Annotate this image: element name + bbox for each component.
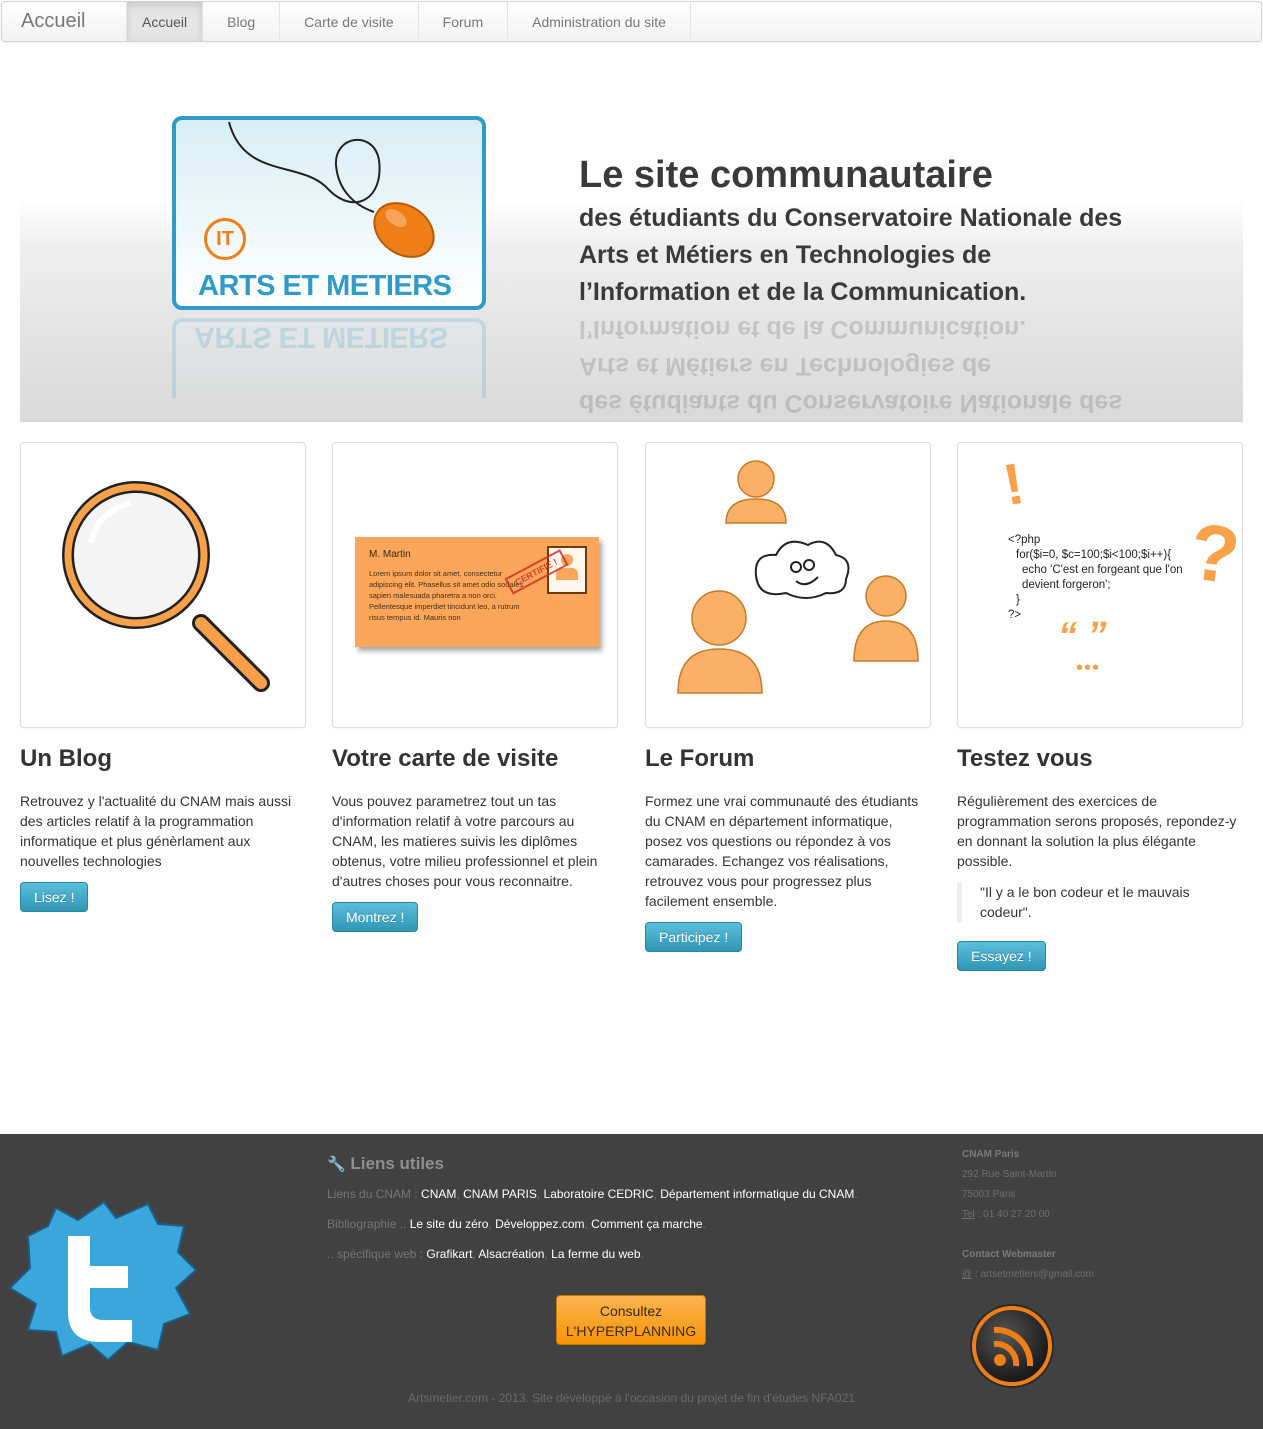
feature-title: Un Blog — [20, 745, 112, 772]
email-value: : artsetmetiers@gmail.com — [972, 1269, 1095, 1280]
link-developpez[interactable]: Développez.com — [495, 1217, 584, 1231]
code-line: <?php — [1008, 534, 1041, 546]
feature-text: Régulièrement des exercices de programma… — [957, 793, 1237, 869]
business-card-image: M. Martin Lorem ipsum dolor sit amet, co… — [355, 537, 599, 647]
nav-item-blog[interactable]: Blog — [202, 2, 279, 41]
lisez-button[interactable]: Lisez ! — [20, 882, 89, 912]
hero-subtitle: des étudiants du Conservatoire Nationale… — [579, 204, 1123, 306]
liens-cnam-row: Liens du CNAM : CNAM, CNAM PARIS, Labora… — [327, 1187, 858, 1201]
liens-utiles-heading: 🔧 Liens utiles — [327, 1154, 444, 1174]
hero-subtitle-reflection: des étudiants du Conservatoire Nationale… — [579, 315, 1123, 417]
business-card-thumbnail: M. Martin Lorem ipsum dolor sit amet, co… — [332, 442, 618, 728]
logo-text: ARTS ET METIERS — [198, 270, 452, 302]
link-cnam[interactable]: CNAM — [421, 1187, 456, 1201]
hyper-line-1: Consultez — [599, 1303, 663, 1319]
hero-banner: IT ARTS ET METIERS ARTS ET METIERS Le si… — [20, 62, 1243, 422]
brand-link[interactable]: Accueil — [2, 2, 126, 41]
link-alsacreation[interactable]: Alsacréation — [478, 1247, 544, 1261]
essayez-button[interactable]: Essayez ! — [957, 941, 1046, 971]
link-comment-ca-marche[interactable]: Comment ça marche — [591, 1217, 702, 1231]
ellipsis-icon: ••• — [1076, 657, 1101, 679]
rss-glyph — [993, 1326, 1034, 1367]
row-label: Liens du CNAM : — [327, 1187, 422, 1201]
logo-text-reflection: ARTS ET METIERS — [194, 321, 448, 353]
exclamation-icon: ! — [998, 450, 1029, 519]
feature-text: Retrouvez y l'actualité du CNAM mais aus… — [20, 793, 292, 869]
tel-value: : 01 40 27 20 00 — [974, 1209, 1050, 1220]
feature-text: Formez une vrai communauté des étudiants… — [645, 793, 919, 909]
feature-title: Le Forum — [645, 745, 755, 772]
liens-web-row: .. spécifique web : Grafikart, Alsacréat… — [327, 1247, 644, 1261]
nav-item-carte-de-visite[interactable]: Carte de visite — [279, 2, 417, 41]
nav-item-accueil[interactable]: Accueil — [126, 2, 203, 41]
montrez-button[interactable]: Montrez ! — [332, 902, 419, 932]
row-end: . — [640, 1247, 644, 1261]
contact-tel: Tel : 01 40 27 20 00 — [962, 1209, 1050, 1220]
feature-title: Testez vous — [957, 745, 1093, 772]
contact-webmaster-heading: Contact Webmaster — [962, 1249, 1056, 1260]
contact-street: 292 Rue Saint-Martin — [962, 1169, 1057, 1180]
liens-bibliographie-row: Bibliographie .. Le site du zéro, Dévelo… — [327, 1217, 706, 1231]
link-laboratoire-cedric[interactable]: Laboratoire CEDRIC — [544, 1187, 654, 1201]
top-navbar: Accueil Accueil Blog Carte de visite For… — [1, 1, 1262, 42]
nav-item-administration[interactable]: Administration du site — [507, 2, 691, 41]
site-logo: IT ARTS ET METIERS — [172, 116, 486, 310]
footer: 🔧 Liens utiles Liens du CNAM : CNAM, CNA… — [0, 1134, 1263, 1429]
tel-label: Tel — [962, 1209, 975, 1220]
nav-item-forum[interactable]: Forum — [417, 2, 507, 41]
feature-testez-vous: ! ? “ ” ••• <?php for($i=0, $c=100;$i<10… — [957, 442, 1243, 971]
feature-carte-de-visite: M. Martin Lorem ipsum dolor sit amet, co… — [332, 442, 618, 932]
code-line: echo 'C'est en forgeant que l'on devient… — [1022, 564, 1183, 591]
forum-thumbnail — [645, 442, 931, 728]
link-grafikart[interactable]: Grafikart — [426, 1247, 472, 1261]
hyperplanning-button[interactable]: Consultez L'HYPERPLANNING — [556, 1295, 706, 1345]
liens-title-text: Liens utiles — [350, 1154, 444, 1173]
wrench-icon: 🔧 — [327, 1156, 346, 1173]
code-thumbnail: ! ? “ ” ••• <?php for($i=0, $c=100;$i<10… — [957, 442, 1243, 728]
link-la-ferme-du-web[interactable]: La ferme du web — [551, 1247, 640, 1261]
rss-icon[interactable] — [972, 1306, 1052, 1386]
magnifier-icon — [62, 481, 270, 692]
hyper-line-2: L'HYPERPLANNING — [565, 1323, 697, 1339]
feature-title: Votre carte de visite — [332, 745, 559, 772]
contact-city: 75003 Paris — [962, 1189, 1016, 1200]
link-site-du-zero[interactable]: Le site du zéro — [410, 1217, 489, 1231]
row-end: . — [702, 1217, 706, 1231]
code-line: for($i=0, $c=100;$i<100;$i++){ — [1016, 549, 1172, 561]
code-line: } — [1016, 594, 1020, 606]
email-label: @ — [962, 1269, 973, 1280]
contact-org: CNAM Paris — [962, 1149, 1020, 1160]
participez-button[interactable]: Participez ! — [645, 922, 743, 952]
row-end: . — [854, 1187, 858, 1201]
link-departement-informatique[interactable]: Département informatique du CNAM — [660, 1187, 854, 1201]
hero-title: Le site communautaire — [579, 154, 993, 196]
it-badge: IT — [204, 218, 246, 260]
community-people-icon — [677, 460, 919, 694]
row-label: Bibliographie .. — [327, 1217, 410, 1231]
computer-mouse-icon — [228, 121, 435, 258]
blog-thumbnail — [20, 442, 306, 728]
twitter-icon[interactable] — [8, 1196, 198, 1366]
php-code-snippet: <?php for($i=0, $c=100;$i<100;$i++){ ech… — [1008, 533, 1208, 623]
copyright-text: Artsmetier.com - 2013. Site développé à … — [408, 1391, 855, 1405]
code-line: ?> — [1008, 609, 1022, 621]
link-cnam-paris[interactable]: CNAM PARIS — [463, 1187, 537, 1201]
feature-text: Vous pouvez parametrez tout un tas d'inf… — [332, 793, 598, 889]
contact-email[interactable]: @ : artsetmetiers@gmail.com — [962, 1269, 1094, 1280]
row-label: .. spécifique web : — [327, 1247, 427, 1261]
feature-blog: Un Blog Retrouvez y l'actualité du CNAM … — [20, 442, 306, 912]
feature-forum: Le Forum Formez une vrai communauté des … — [645, 442, 931, 952]
quote: "Il y a le bon codeur et le mauvais code… — [957, 882, 1223, 922]
